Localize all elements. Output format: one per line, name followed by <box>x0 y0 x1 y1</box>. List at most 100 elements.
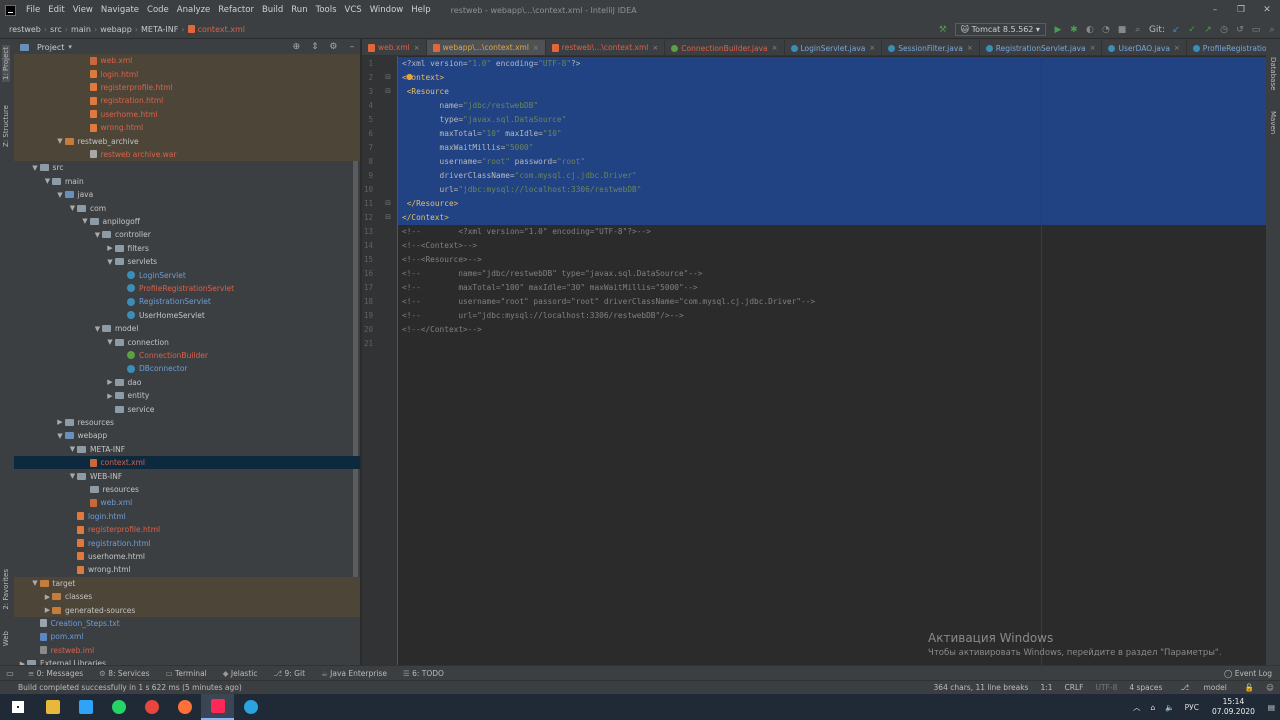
tree-node[interactable]: UserHomeServlet <box>14 309 360 322</box>
menu-item[interactable]: VCS <box>341 5 366 15</box>
fold-marker-icon[interactable]: ⊟ <box>385 87 391 95</box>
chevron-right-icon[interactable]: ▶ <box>56 418 65 426</box>
volume-icon[interactable]: 🔈 <box>1160 703 1179 712</box>
close-tab-icon[interactable]: × <box>1090 44 1096 52</box>
chevron-down-icon[interactable]: ▼ <box>93 325 102 333</box>
code-line[interactable]: driverClassName="com.mysql.cj.jdbc.Drive… <box>398 169 1266 183</box>
bottom-tool-button[interactable]: ▭ Terminal <box>158 669 215 678</box>
intention-bulb-icon[interactable]: ● <box>406 72 413 81</box>
menu-item[interactable]: Window <box>366 5 408 15</box>
git-commit-icon[interactable]: ✓ <box>1184 25 1200 35</box>
menu-item[interactable]: Navigate <box>97 5 143 15</box>
menu-item[interactable]: View <box>69 5 97 15</box>
tree-node[interactable]: ▶ classes <box>14 590 360 604</box>
git-update-icon[interactable]: ↙ <box>1168 25 1184 35</box>
bottom-tool-button[interactable]: ≡ 0: Messages <box>20 669 91 678</box>
git-history-icon[interactable]: ◷ <box>1216 25 1232 35</box>
chevron-down-icon[interactable]: ▼ <box>106 338 115 346</box>
tree-node[interactable]: ▼ WEB-INF <box>14 469 360 482</box>
tree-node[interactable]: userhome.html <box>14 550 360 563</box>
breadcrumb-item[interactable]: webapp <box>97 25 135 34</box>
close-tab-icon[interactable]: × <box>533 44 539 52</box>
search-icon[interactable]: ⌕ <box>1264 25 1280 35</box>
tree-node[interactable]: ▶ resources <box>14 416 360 429</box>
tree-node[interactable]: web.xml <box>14 54 360 68</box>
bottom-tool-button[interactable]: ◆ Jelastic <box>215 669 266 678</box>
profile-icon[interactable]: ◔ <box>1098 25 1114 35</box>
firefox-icon[interactable] <box>168 694 201 720</box>
tree-node[interactable]: ConnectionBuilder <box>14 349 360 362</box>
tree-node[interactable]: ▼ controller <box>14 228 360 241</box>
chevron-right-icon[interactable]: ▶ <box>43 593 52 601</box>
tree-node[interactable]: service <box>14 402 360 415</box>
hide-icon[interactable]: – <box>344 42 360 52</box>
tree-node[interactable]: ▼ restweb_archive <box>14 134 360 148</box>
menu-item[interactable]: Edit <box>44 5 68 15</box>
fold-marker-icon[interactable]: ⊟ <box>385 73 391 81</box>
breadcrumb-item-current[interactable]: context.xml <box>185 24 248 34</box>
tab-web[interactable]: Web <box>2 631 10 646</box>
inspector-icon[interactable]: ☺ <box>1260 683 1280 692</box>
tree-node[interactable]: ▼ java <box>14 188 360 201</box>
lock-icon[interactable]: 🔓 <box>1239 683 1260 692</box>
menu-item[interactable]: Build <box>258 5 287 15</box>
tree-node[interactable]: context.xml <box>14 456 360 470</box>
whatsapp-icon[interactable] <box>102 694 135 720</box>
event-log-button[interactable]: ◯ Event Log <box>1216 669 1280 678</box>
code-line[interactable]: <!-- <?xml version="1.0" encoding="UTF-8… <box>398 225 1266 239</box>
tree-node[interactable]: RegistrationServlet <box>14 295 360 308</box>
close-tab-icon[interactable]: × <box>414 44 420 52</box>
chevron-right-icon[interactable]: ▶ <box>106 392 115 400</box>
git-branch[interactable]: ⎇ model <box>1168 683 1238 692</box>
gear-icon[interactable]: ⚙ <box>325 42 341 52</box>
code-line[interactable]: <?xml version="1.0" encoding="UTF-8"?> <box>398 57 1266 71</box>
code-line[interactable]: name="jdbc/restwebDB" <box>398 99 1266 113</box>
network-icon[interactable]: ⌂ <box>1146 703 1161 712</box>
menu-item[interactable]: Code <box>143 5 173 15</box>
tree-node[interactable]: ▶ filters <box>14 242 360 255</box>
code-line[interactable]: maxTotal="10" maxIdle="10" <box>398 127 1266 141</box>
breadcrumb-item[interactable]: src <box>47 25 65 34</box>
chevron-down-icon[interactable]: ▼ <box>56 191 65 199</box>
code-line[interactable]: <!--<Resource>--> <box>398 253 1266 267</box>
editor-tab[interactable]: SessionFilter.java × <box>882 39 980 55</box>
coverage-icon[interactable]: ◐ <box>1082 25 1098 35</box>
chevron-right-icon[interactable]: ▶ <box>106 378 115 386</box>
code-line[interactable]: <!-- url="jdbc:mysql://localhost:3306/re… <box>398 309 1266 323</box>
tree-node[interactable]: ▼ target <box>14 576 360 590</box>
collapse-all-icon[interactable]: ⇕ <box>307 42 323 52</box>
code-line[interactable]: <!--</Context>--> <box>398 323 1266 337</box>
code-line[interactable]: <!-- name="jdbc/restwebDB" type="javax.s… <box>398 267 1266 281</box>
chrome-icon[interactable] <box>135 694 168 720</box>
chevron-down-icon[interactable]: ▼ <box>56 432 65 440</box>
code-line[interactable] <box>398 337 1266 351</box>
chevron-down-icon[interactable]: ▼ <box>68 204 77 212</box>
file-encoding[interactable]: UTF-8 <box>1089 683 1123 692</box>
line-separator[interactable]: CRLF <box>1059 683 1090 692</box>
close-tab-icon[interactable]: × <box>1174 44 1180 52</box>
bottom-tool-button[interactable]: ☕ Java Enterprise <box>313 669 395 678</box>
code-line[interactable]: <!--<Context>--> <box>398 239 1266 253</box>
breadcrumb-item[interactable]: restweb <box>6 25 44 34</box>
restore-icon[interactable]: ❐ <box>1228 0 1254 20</box>
chevron-right-icon[interactable]: ▶ <box>43 606 52 614</box>
build-hammer-icon[interactable]: ⚒ <box>935 25 951 35</box>
stop-icon[interactable]: ■ <box>1114 25 1130 35</box>
tree-node[interactable]: ▼ connection <box>14 335 360 348</box>
code-line[interactable]: username="root" password="root" <box>398 155 1266 169</box>
code-line[interactable]: <!-- username="root" passord="root" driv… <box>398 295 1266 309</box>
chevron-down-icon[interactable]: ▼ <box>43 177 52 185</box>
close-icon[interactable]: ✕ <box>1254 0 1280 20</box>
chevron-down-icon[interactable]: ▼ <box>68 472 77 480</box>
tab-structure[interactable]: Z: Structure <box>2 105 10 147</box>
tree-node[interactable]: wrong.html <box>14 563 360 576</box>
menu-item[interactable]: Help <box>407 5 434 15</box>
intellij-icon[interactable] <box>201 694 234 720</box>
bottom-tool-button[interactable]: ⚙ 8: Services <box>91 669 157 678</box>
tree-node[interactable]: ▼ com <box>14 201 360 214</box>
windows-start-icon[interactable] <box>0 694 36 720</box>
tree-node[interactable]: restweb archive.war <box>14 147 360 162</box>
fold-marker-icon[interactable]: ⊟ <box>385 213 391 221</box>
run-config-selector[interactable]: 🐱 Tomcat 8.5.562 ▾ <box>954 23 1046 36</box>
tree-node[interactable]: ▶ entity <box>14 389 360 402</box>
